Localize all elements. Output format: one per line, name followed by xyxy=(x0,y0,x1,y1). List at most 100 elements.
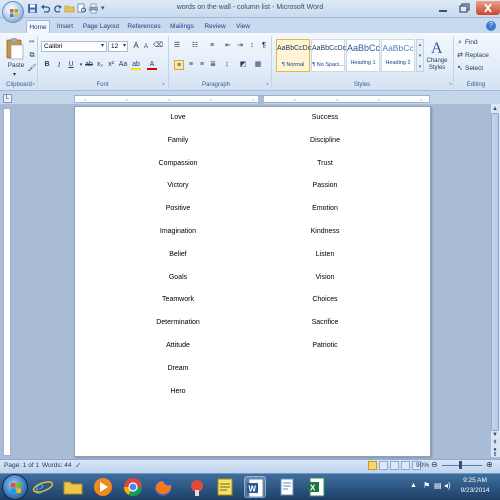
numbering-icon[interactable]: ☷ xyxy=(190,41,200,51)
tab-insert[interactable]: Insert xyxy=(53,20,77,33)
strikethrough-icon[interactable]: ab xyxy=(84,60,94,70)
align-center-icon[interactable]: ≡ xyxy=(186,60,196,70)
paragraph-launcher-icon[interactable]: ↘ xyxy=(265,81,269,87)
restore-button[interactable] xyxy=(454,1,476,15)
show-formatting-icon[interactable]: ¶ xyxy=(259,41,269,51)
internet-explorer-icon[interactable]: e xyxy=(32,476,54,498)
close-button[interactable] xyxy=(476,1,500,15)
subscript-icon[interactable]: x₂ xyxy=(95,60,105,70)
save-icon[interactable] xyxy=(27,3,38,14)
sort-icon[interactable]: ↕ xyxy=(247,41,257,51)
tab-home[interactable]: Home xyxy=(26,20,50,33)
outline-view-icon[interactable] xyxy=(401,461,410,470)
grow-font-icon[interactable]: A xyxy=(131,41,141,51)
borders-icon[interactable]: ▦ xyxy=(253,60,263,70)
line-spacing-icon[interactable]: ↨ xyxy=(222,60,232,70)
horizontal-ruler[interactable] xyxy=(74,95,430,104)
paste-dropdown-icon[interactable]: ▾ xyxy=(13,71,16,78)
align-left-icon[interactable]: ≡ xyxy=(174,60,184,70)
next-page-icon[interactable]: ⇟ xyxy=(491,452,499,459)
full-screen-reading-icon[interactable] xyxy=(379,461,388,470)
media-player-icon[interactable] xyxy=(92,476,114,498)
font-launcher-icon[interactable]: ↘ xyxy=(161,81,165,87)
change-styles-button[interactable]: A xyxy=(427,38,447,56)
styles-launcher-icon[interactable]: ↘ xyxy=(448,81,452,87)
clear-formatting-icon[interactable]: ⌫ xyxy=(153,41,163,51)
volume-icon[interactable]: ◂) xyxy=(444,481,451,490)
clipboard-launcher-icon[interactable]: ↘ xyxy=(31,81,35,87)
tab-view[interactable]: View xyxy=(232,20,254,33)
page-count[interactable]: Page: 1 of 1 xyxy=(4,462,39,469)
tab-page-layout[interactable]: Page Layout xyxy=(82,20,120,33)
media-app-icon[interactable] xyxy=(186,476,208,498)
notes-app-icon[interactable] xyxy=(214,476,236,498)
minimize-button[interactable] xyxy=(432,1,454,15)
show-hidden-icons-icon[interactable]: ▲ xyxy=(410,482,417,489)
tab-references[interactable]: References xyxy=(126,20,162,33)
change-case-icon[interactable]: Aa xyxy=(118,60,128,70)
change-styles-label[interactable]: Change Styles xyxy=(424,58,450,72)
styles-scroll[interactable]: ▴ ▾ ▾ xyxy=(416,39,424,72)
paste-button[interactable] xyxy=(5,37,25,61)
font-color-icon[interactable]: A xyxy=(147,60,157,70)
style-heading-1[interactable]: AaBbCc Heading 1 xyxy=(346,39,380,72)
bold-icon[interactable]: B xyxy=(42,60,52,70)
font-size-arrow-icon[interactable]: ▾ xyxy=(123,42,126,49)
select-icon[interactable]: ↖ xyxy=(455,64,465,74)
justify-icon[interactable]: ≣ xyxy=(208,60,218,70)
underline-icon[interactable]: U xyxy=(66,60,76,70)
shrink-font-icon[interactable]: A xyxy=(141,42,151,52)
zoom-out-icon[interactable]: ⊖ xyxy=(431,460,438,469)
tab-mailings[interactable]: Mailings xyxy=(166,20,198,33)
web-layout-icon[interactable] xyxy=(390,461,399,470)
italic-icon[interactable]: I xyxy=(54,60,64,70)
highlight-icon[interactable]: ab xyxy=(131,60,141,70)
decrease-indent-icon[interactable]: ⇤ xyxy=(223,41,233,51)
zoom-in-icon[interactable]: ⊕ xyxy=(486,460,493,469)
excel-taskbar-icon[interactable]: X xyxy=(306,476,328,498)
clock[interactable]: 9:25 AM 9/23/2014 xyxy=(452,476,498,496)
shading-icon[interactable]: ◩ xyxy=(238,60,248,70)
align-right-icon[interactable]: ≡ xyxy=(197,60,207,70)
redo-icon[interactable] xyxy=(52,3,63,14)
cut-icon[interactable]: ✂ xyxy=(27,38,37,48)
style-no-spacing[interactable]: AaBbCcDc ¶ No Spaci... xyxy=(311,39,346,72)
find-label[interactable]: Find xyxy=(465,39,478,46)
help-icon[interactable]: ? xyxy=(486,21,496,31)
tab-selector[interactable]: L xyxy=(3,94,12,103)
bullets-icon[interactable]: ☰ xyxy=(172,41,182,51)
font-name-dropdown[interactable]: Calibri xyxy=(41,41,107,52)
style-heading-2[interactable]: AaBbCc Heading 2 xyxy=(381,39,415,72)
format-painter-icon[interactable]: 🖌 xyxy=(27,64,37,74)
scroll-thumb[interactable] xyxy=(491,113,499,431)
firefox-icon[interactable] xyxy=(152,476,174,498)
copy-icon[interactable]: ⧉ xyxy=(27,51,37,61)
font-name-arrow-icon[interactable]: ▾ xyxy=(101,42,104,49)
scroll-up-icon[interactable]: ▲ xyxy=(491,105,499,113)
zoom-level[interactable]: 90% xyxy=(416,462,429,469)
word-taskbar-icon[interactable]: W xyxy=(244,476,266,498)
increase-indent-icon[interactable]: ⇥ xyxy=(235,41,245,51)
replace-label[interactable]: Replace xyxy=(465,52,489,59)
previous-page-icon[interactable]: ⇞ xyxy=(491,440,499,447)
start-button[interactable] xyxy=(2,474,28,500)
file-explorer-icon[interactable] xyxy=(62,476,84,498)
zoom-slider-thumb[interactable] xyxy=(459,461,462,469)
tab-review[interactable]: Review xyxy=(201,20,229,33)
print-preview-icon[interactable] xyxy=(76,3,87,14)
undo-icon[interactable] xyxy=(40,3,51,14)
proofing-icon[interactable]: ✓ xyxy=(75,461,82,470)
superscript-icon[interactable]: x² xyxy=(106,60,116,70)
select-label[interactable]: Select xyxy=(465,65,483,72)
style-normal[interactable]: AaBbCcDc ¶ Normal xyxy=(276,39,311,72)
word-count[interactable]: Words: 44 xyxy=(42,462,72,469)
flag-icon[interactable]: ⚑ xyxy=(423,481,430,490)
chrome-icon[interactable] xyxy=(122,476,144,498)
print-layout-view-icon[interactable] xyxy=(368,461,377,470)
multilevel-list-icon[interactable]: ≡ xyxy=(207,41,217,51)
vertical-ruler[interactable] xyxy=(3,108,11,456)
zoom-slider-track[interactable] xyxy=(442,465,482,466)
print-icon[interactable] xyxy=(88,3,99,14)
find-icon[interactable]: ⌕ xyxy=(455,38,465,48)
customize-qat-icon[interactable]: ▾ xyxy=(101,4,105,12)
